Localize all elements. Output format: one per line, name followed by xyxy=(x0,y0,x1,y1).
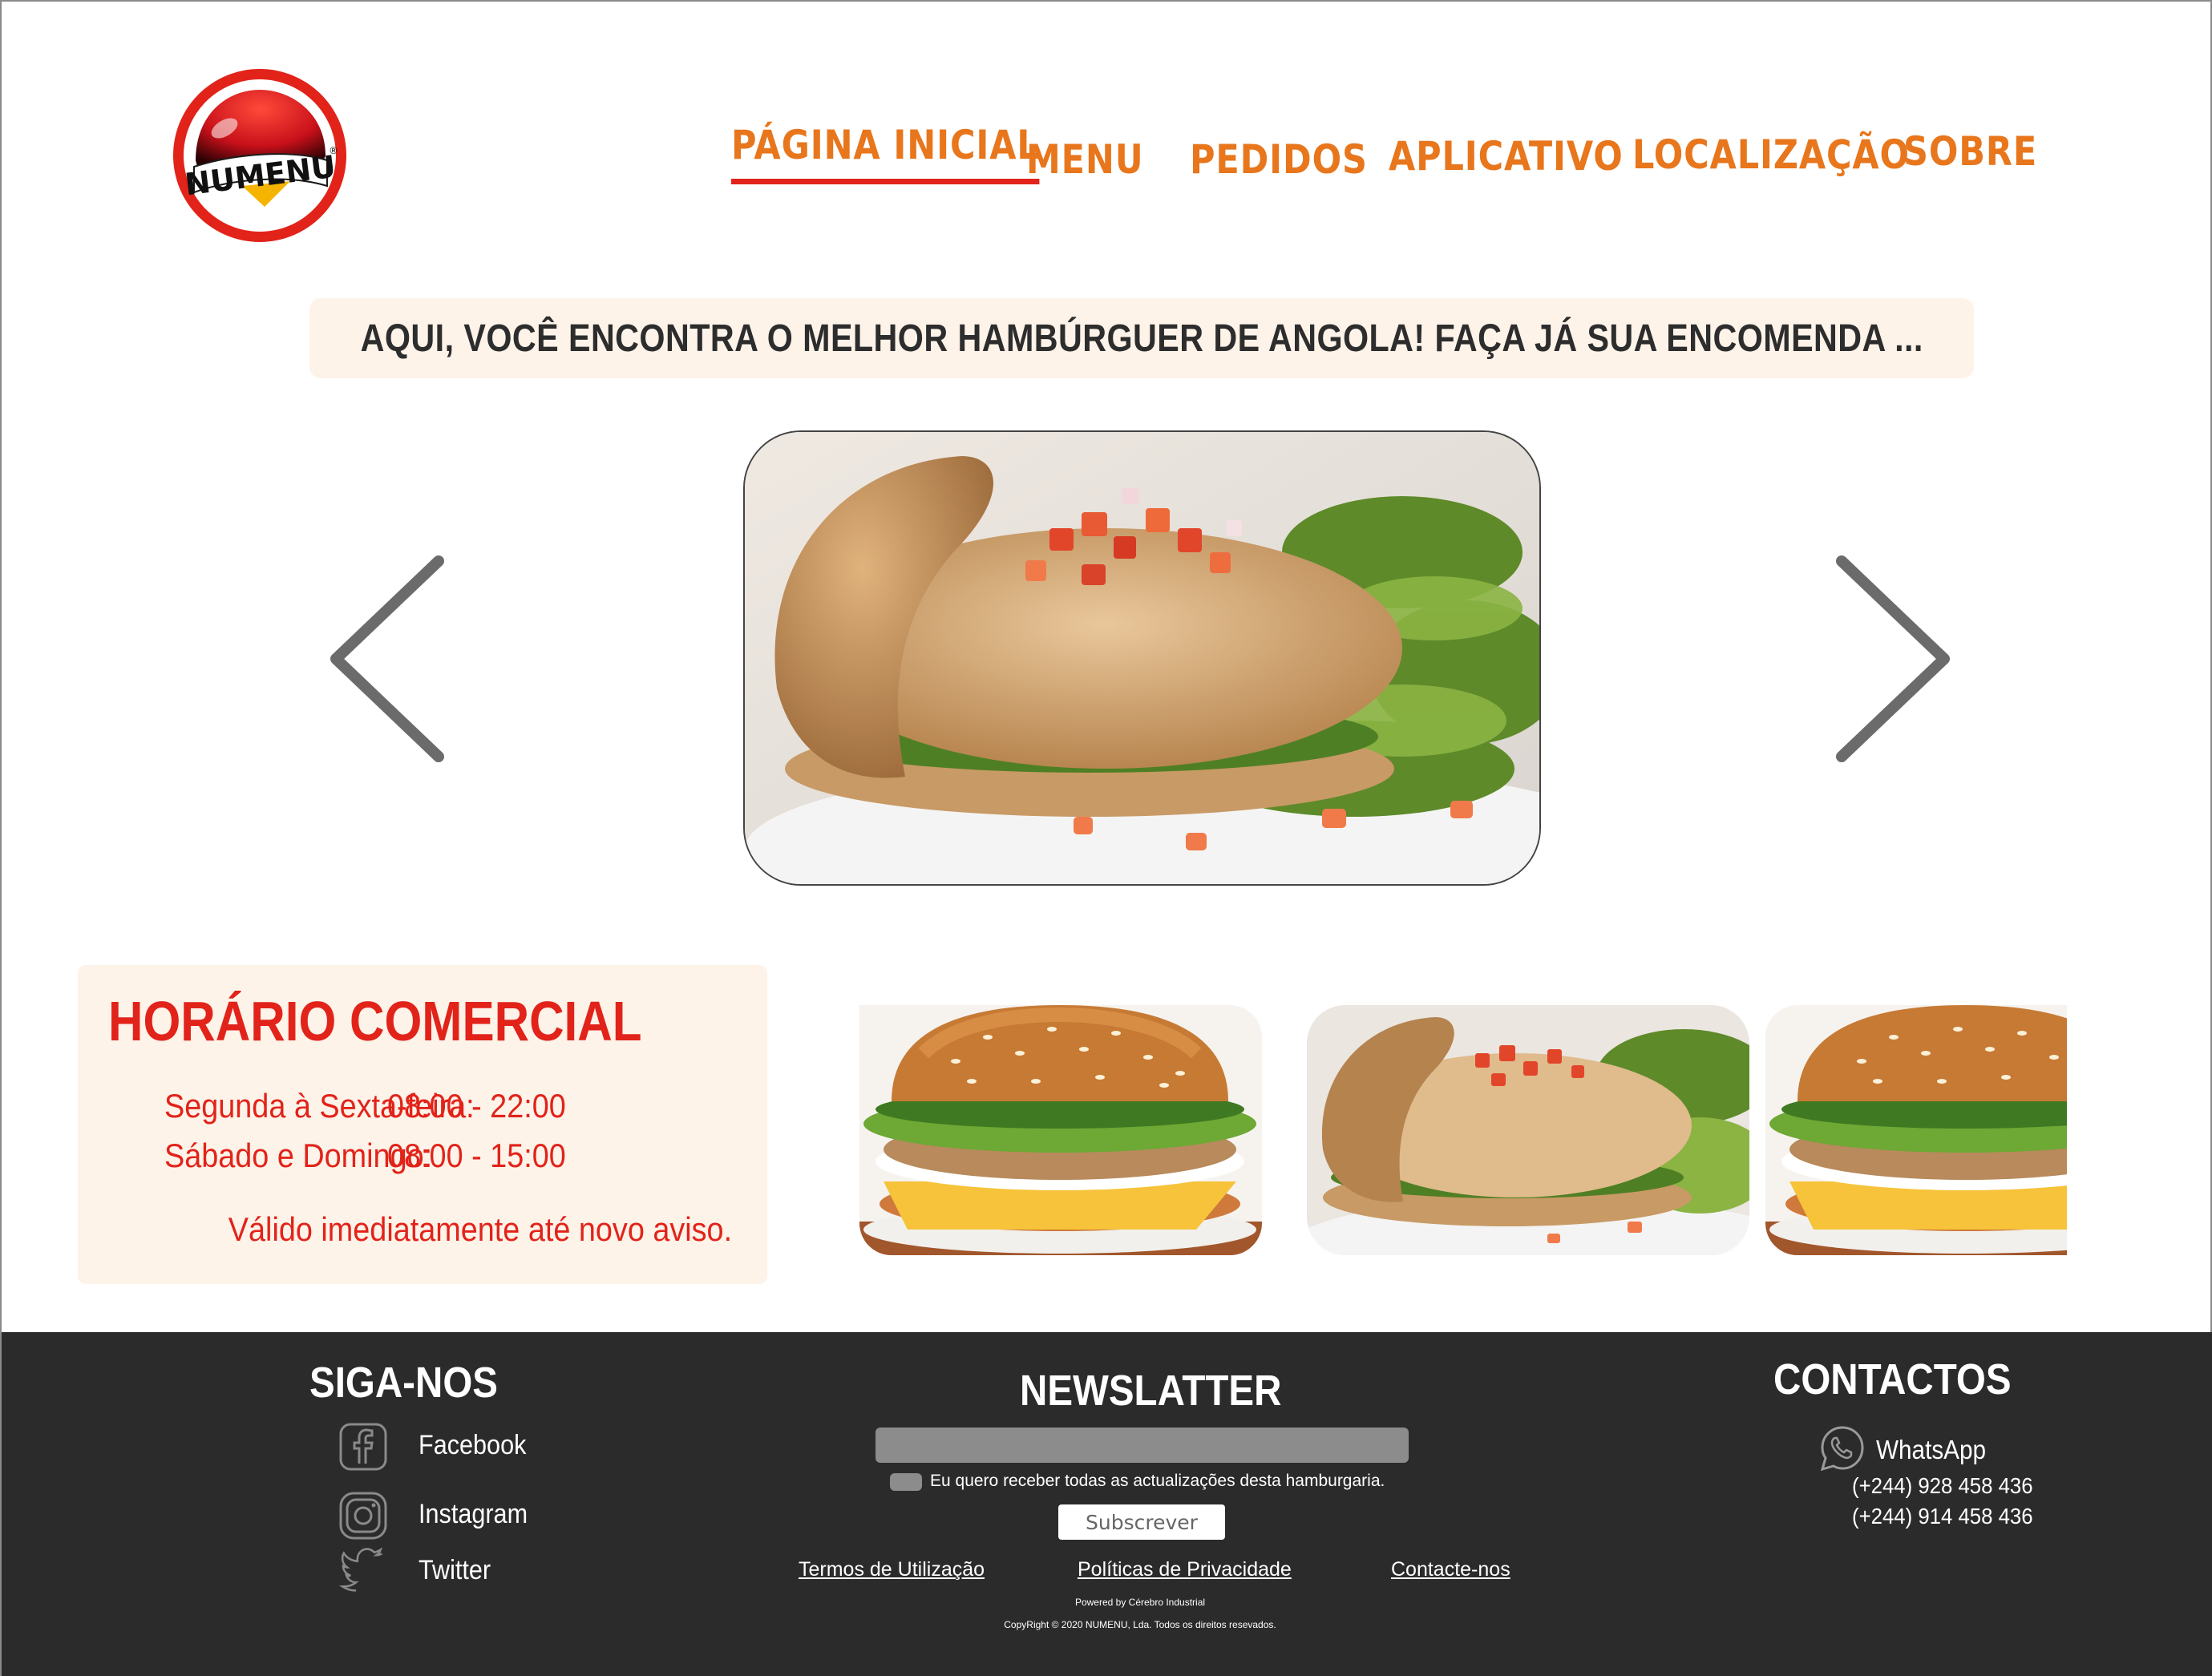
twitter-label: Twitter xyxy=(419,1555,491,1585)
social-twitter-link[interactable]: Twitter xyxy=(338,1547,491,1597)
whatsapp-label: WhatsApp xyxy=(1876,1435,1987,1464)
nav-sobre[interactable]: SOBRE xyxy=(1903,128,2037,175)
contact-link[interactable]: Contacte-nos xyxy=(1391,1558,1510,1581)
chevron-left-icon xyxy=(330,555,444,762)
hours-weekdays-time: 08:00 - 22:00 xyxy=(387,1087,566,1125)
carousel-next-button[interactable] xyxy=(1834,555,1954,763)
nav-pedidos[interactable]: PEDIDOS xyxy=(1190,136,1368,183)
footer: SIGA-NOS Facebook Instagram Twitter NEWS… xyxy=(2,1332,2212,1676)
social-facebook-link[interactable]: Facebook xyxy=(338,1422,526,1472)
tagline-text: AQUI, VOCÊ ENCONTRA O MELHOR HAMBÚRGUER … xyxy=(360,317,1923,360)
hours-weekend-time: 08:00 - 15:00 xyxy=(387,1137,566,1174)
facebook-icon xyxy=(339,1423,387,1471)
subscribe-button[interactable]: Subscrever xyxy=(1058,1504,1225,1540)
hours-title: HORÁRIO COMERCIAL xyxy=(108,990,642,1052)
social-instagram-link[interactable]: Instagram xyxy=(338,1491,528,1541)
newsletter-optin-checkbox[interactable] xyxy=(890,1473,922,1491)
main-nav: PÁGINA INICIAL MENU PEDIDOS APLICATIVO L… xyxy=(2,122,2210,194)
page: NUMENU ® PÁGINA INICIAL MENU PEDIDOS APL… xyxy=(0,0,2212,1676)
phone-number-1[interactable]: (+244) 928 458 436 xyxy=(1852,1473,2033,1499)
chicken-burger-thumb-image xyxy=(1307,1005,1749,1255)
thumbnail-burger-1[interactable] xyxy=(859,1005,1262,1255)
sesame-burger-image xyxy=(859,1005,1262,1255)
chevron-right-icon xyxy=(1836,555,1950,762)
terms-link[interactable]: Termos de Utilização xyxy=(799,1558,985,1581)
newsletter-optin-label: Eu quero receber todas as actualizações … xyxy=(930,1472,1385,1490)
contacts-heading: CONTACTOS xyxy=(1773,1355,2012,1403)
nav-aplicativo[interactable]: APLICATIVO xyxy=(1389,133,1624,180)
nav-pagina-inicial[interactable]: PÁGINA INICIAL xyxy=(731,122,1040,184)
chicken-burger-image xyxy=(745,432,1539,884)
newsletter-email-input[interactable] xyxy=(875,1428,1409,1463)
business-hours-card: HORÁRIO COMERCIAL Segunda à Sexta-feira:… xyxy=(78,965,767,1284)
hero-carousel-image xyxy=(743,430,1541,886)
thumbnail-burger-3[interactable] xyxy=(1765,1005,2067,1255)
carousel-prev-button[interactable] xyxy=(326,555,447,763)
nav-localizacao[interactable]: LOCALIZAÇÃO xyxy=(1632,131,1910,178)
hours-note: Válido imediatamente até novo aviso. xyxy=(228,1210,732,1248)
phone-number-2[interactable]: (+244) 914 458 436 xyxy=(1852,1504,2033,1529)
follow-heading: SIGA-NOS xyxy=(309,1359,498,1407)
privacy-link[interactable]: Políticas de Privacidade xyxy=(1078,1558,1292,1581)
instagram-label: Instagram xyxy=(419,1499,528,1529)
newsletter-heading: NEWSLATTER xyxy=(1020,1367,1282,1415)
nav-menu[interactable]: MENU xyxy=(1026,136,1144,183)
copyright-text: CopyRight © 2020 NUMENU, Lda. Todos os d… xyxy=(1004,1619,1276,1630)
sesame-burger-image-2 xyxy=(1765,1005,2067,1255)
facebook-label: Facebook xyxy=(419,1430,527,1460)
whatsapp-icon xyxy=(1820,1426,1864,1472)
tagline-banner: AQUI, VOCÊ ENCONTRA O MELHOR HAMBÚRGUER … xyxy=(309,298,1974,378)
thumbnail-burger-2[interactable] xyxy=(1307,1005,1749,1255)
instagram-icon xyxy=(339,1492,387,1540)
powered-by-text: Powered by Cérebro Industrial xyxy=(1074,1597,1206,1608)
twitter-icon xyxy=(338,1547,383,1592)
